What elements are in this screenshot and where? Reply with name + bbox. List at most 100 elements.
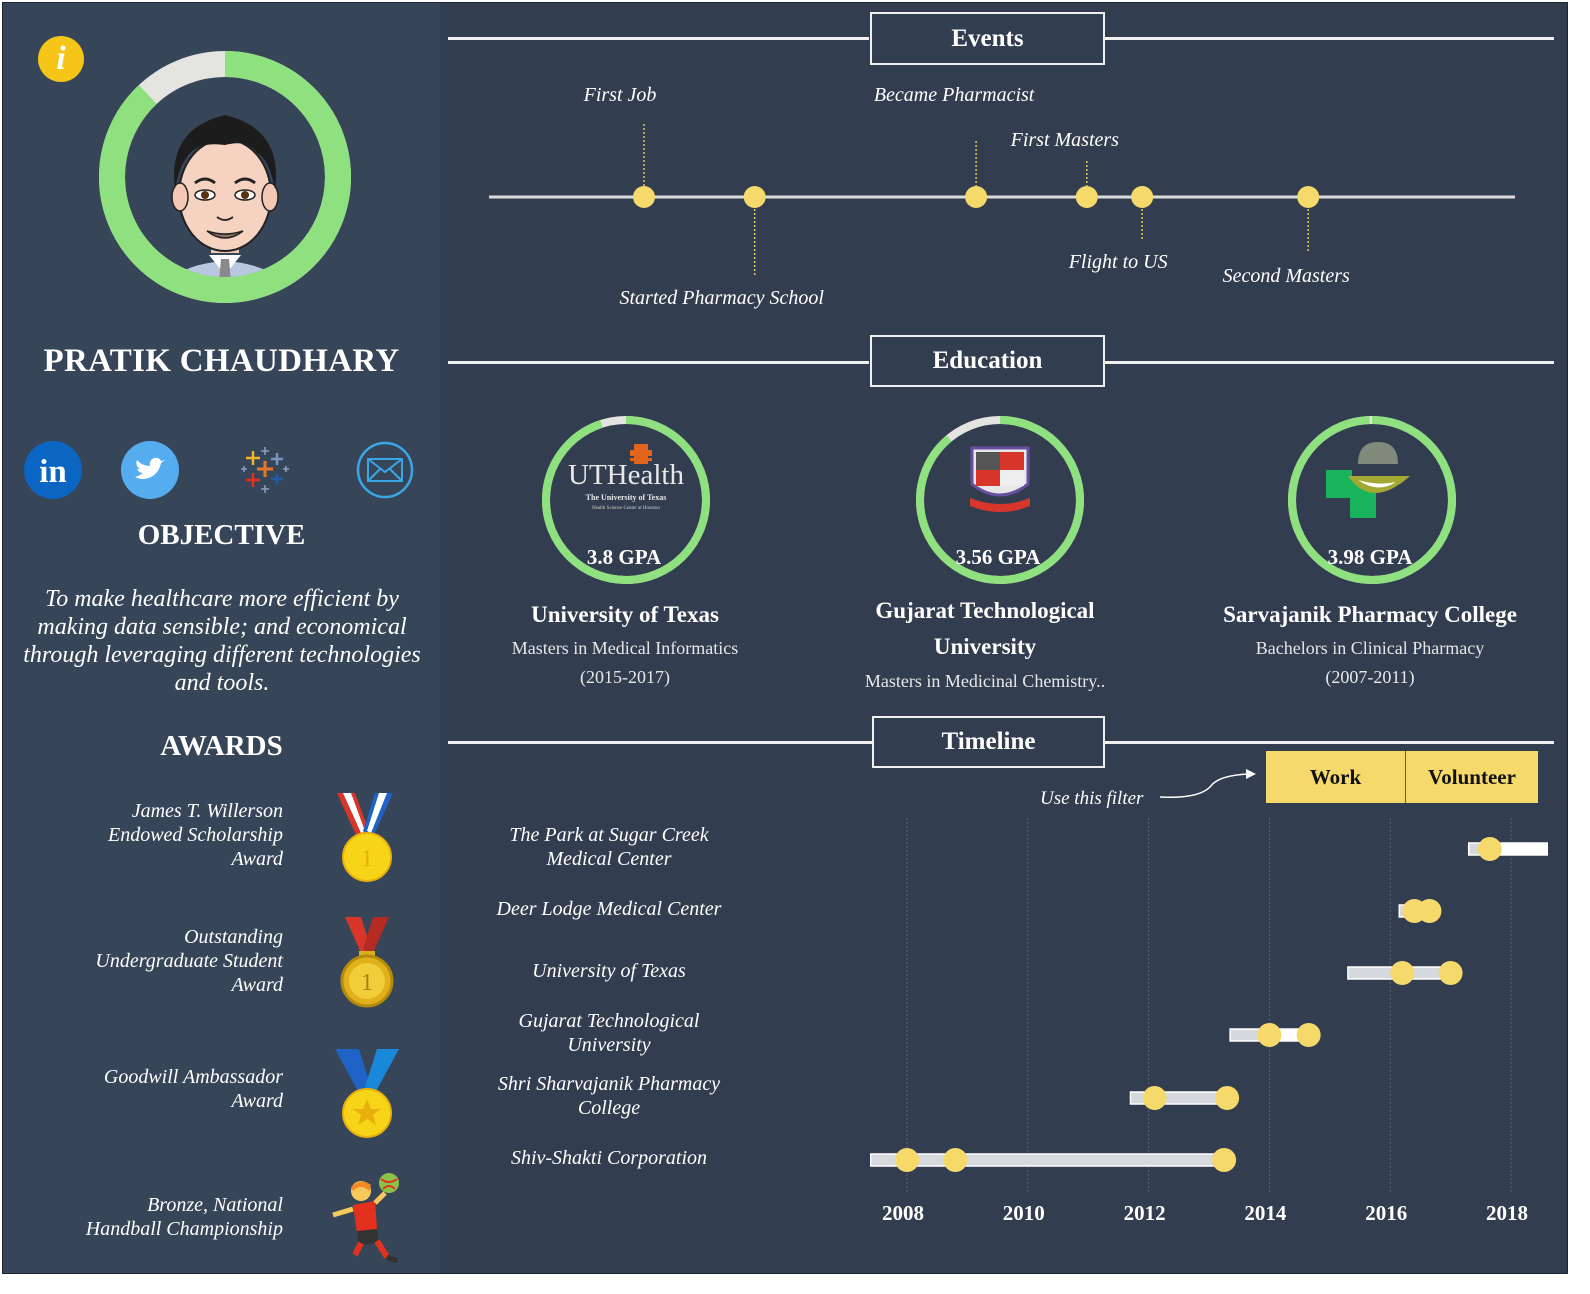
award-text: Handball Championship xyxy=(85,1218,283,1240)
timeline-bar-segment xyxy=(1414,905,1430,917)
timeline-point[interactable] xyxy=(1417,899,1442,923)
timeline-row-label: Shiv-Shakti Corporation xyxy=(469,1146,749,1170)
profile-progress-ring xyxy=(99,51,351,303)
event-label: First Masters xyxy=(1010,129,1119,151)
row-label-line: Gujarat Technological xyxy=(518,1010,700,1032)
timeline-point[interactable] xyxy=(943,1148,968,1172)
svg-text:The University of Texas: The University of Texas xyxy=(586,493,667,502)
timeline-bar[interactable] xyxy=(1347,966,1452,980)
school-name: Gujarat Technological University xyxy=(875,598,1095,659)
events-timeline xyxy=(489,124,1515,275)
filter-work-button[interactable]: Work xyxy=(1266,751,1405,803)
email-icon[interactable] xyxy=(356,441,414,499)
event-marker[interactable] xyxy=(1297,186,1320,208)
x-tick-label: 2018 xyxy=(1486,1201,1528,1225)
timeline-bar[interactable] xyxy=(870,1153,1225,1167)
tableau-icon[interactable] xyxy=(236,441,294,499)
timeline-point[interactable] xyxy=(895,1148,919,1172)
timeline-title: Timeline xyxy=(872,716,1105,768)
timeline-point[interactable] xyxy=(1390,961,1415,985)
event-marker[interactable] xyxy=(633,186,655,208)
award-item: Outstanding Undergraduate Student Award xyxy=(43,925,283,997)
event-label: First Job xyxy=(583,84,657,106)
timeline-point[interactable] xyxy=(1438,961,1463,985)
award-text: Undergraduate Student xyxy=(95,950,283,972)
row-label-line: Shiv-Shakti Corporation xyxy=(510,1147,708,1169)
award-text: Endowed Scholarship xyxy=(108,824,283,846)
section-divider xyxy=(448,741,873,744)
award-text: Outstanding xyxy=(184,926,283,948)
timeline-point[interactable] xyxy=(1212,1148,1237,1172)
x-tick-label: 2008 xyxy=(882,1201,924,1225)
gpa-label: 3.8 GPA xyxy=(586,545,662,569)
svg-text:1: 1 xyxy=(361,970,373,996)
main-panel: Events First Job Started Pharmacy School B… xyxy=(440,3,1567,1273)
award-item: Goodwill Ambassador Award xyxy=(43,1065,283,1113)
degree: Masters in Medicinal Chemistry.. xyxy=(864,671,1106,691)
info-icon[interactable]: i xyxy=(38,36,84,82)
event-marker[interactable] xyxy=(965,186,988,208)
objective-text: To make healthcare more efficient by mak… xyxy=(7,585,437,697)
star-medal-icon xyxy=(325,1047,405,1139)
row-label-line: The Park at Sugar Creek xyxy=(509,824,709,846)
pharmacy-college-logo-icon xyxy=(1326,442,1410,518)
timeline-point[interactable] xyxy=(1296,1023,1321,1047)
twitter-icon[interactable] xyxy=(121,441,179,499)
objective-line: and tools. xyxy=(174,670,270,696)
timeline-row-label: Gujarat Technological University xyxy=(469,1009,749,1057)
education-title: Education xyxy=(870,335,1105,387)
svg-text:in: in xyxy=(39,454,67,490)
gpa-label: 3.56 GPA xyxy=(955,545,1041,569)
gold-medal-icon: 1 xyxy=(325,915,405,1008)
event-marker[interactable] xyxy=(743,186,766,208)
timeline-bar[interactable] xyxy=(1229,1028,1310,1042)
row-label-line: University xyxy=(567,1034,651,1056)
timeline-point[interactable] xyxy=(1402,899,1427,923)
event-marker[interactable] xyxy=(1075,186,1098,208)
gtu-crest-icon xyxy=(970,446,1030,512)
row-label-line: Deer Lodge Medical Center xyxy=(496,898,722,920)
row-label-line: College xyxy=(577,1097,641,1119)
svg-text:Health Science Center at Houst: Health Science Center at Houston xyxy=(592,506,660,511)
timeline-bar[interactable] xyxy=(1398,904,1431,918)
timeline-point[interactable] xyxy=(1257,1023,1282,1047)
section-divider xyxy=(1104,741,1554,744)
timeline-row-label: Shri Sharvajanik Pharmacy College xyxy=(469,1072,749,1120)
award-text: Award xyxy=(231,974,284,996)
timeline-row-label: The Park at Sugar Creek Medical Center xyxy=(469,823,749,871)
row-label-line: Shri Sharvajanik Pharmacy xyxy=(497,1073,721,1095)
section-divider xyxy=(1104,361,1554,364)
x-tick-label: 2016 xyxy=(1365,1201,1408,1225)
timeline-bar-segment xyxy=(1269,1029,1309,1041)
x-tick-label: 2012 xyxy=(1123,1201,1166,1225)
profile-name: PRATIK CHAUDHARY xyxy=(43,343,400,379)
event-label: Started Pharmacy School xyxy=(619,287,824,309)
filter-hint: Use this filter xyxy=(1040,788,1144,809)
profile-panel: i PRATIK CHAUDHARY in OBJECTIVE To make … xyxy=(3,3,440,1273)
timeline-bar[interactable] xyxy=(1467,842,1548,856)
award-text: Goodwill Ambassador xyxy=(103,1066,283,1088)
degree-years: (2015-2017) xyxy=(580,667,670,687)
timeline-point[interactable] xyxy=(1142,1086,1167,1110)
timeline-bar-segment xyxy=(1489,843,1548,855)
filter-volunteer-button[interactable]: Volunteer xyxy=(1406,751,1538,803)
degree: Bachelors in Clinical Pharmacy xyxy=(1255,638,1485,658)
awards-heading: AWARDS xyxy=(160,730,283,762)
event-marker[interactable] xyxy=(1131,186,1154,208)
timeline-bar[interactable] xyxy=(1129,1091,1228,1105)
event-label: Became Pharmacist xyxy=(873,84,1035,106)
uthealth-logo-icon: UTHealth The University of Texas Health … xyxy=(568,444,684,511)
timeline-point[interactable] xyxy=(1215,1086,1240,1110)
handball-player-icon xyxy=(325,1171,405,1264)
linkedin-icon[interactable]: in xyxy=(24,441,82,499)
award-text: Award xyxy=(231,848,284,870)
row-label-line: Medical Center xyxy=(546,848,672,870)
objective-line: To make healthcare more efficient by xyxy=(45,586,399,612)
award-text: Bronze, National xyxy=(147,1194,283,1216)
svg-text:1: 1 xyxy=(361,846,373,872)
event-label: Second Masters xyxy=(1222,265,1350,287)
resume-dashboard: i PRATIK CHAUDHARY in OBJECTIVE To make … xyxy=(2,2,1568,1274)
sports-medal-icon: 1 xyxy=(325,791,405,883)
timeline-point[interactable] xyxy=(1477,837,1502,861)
award-item: Bronze, National Handball Championship xyxy=(43,1193,283,1241)
